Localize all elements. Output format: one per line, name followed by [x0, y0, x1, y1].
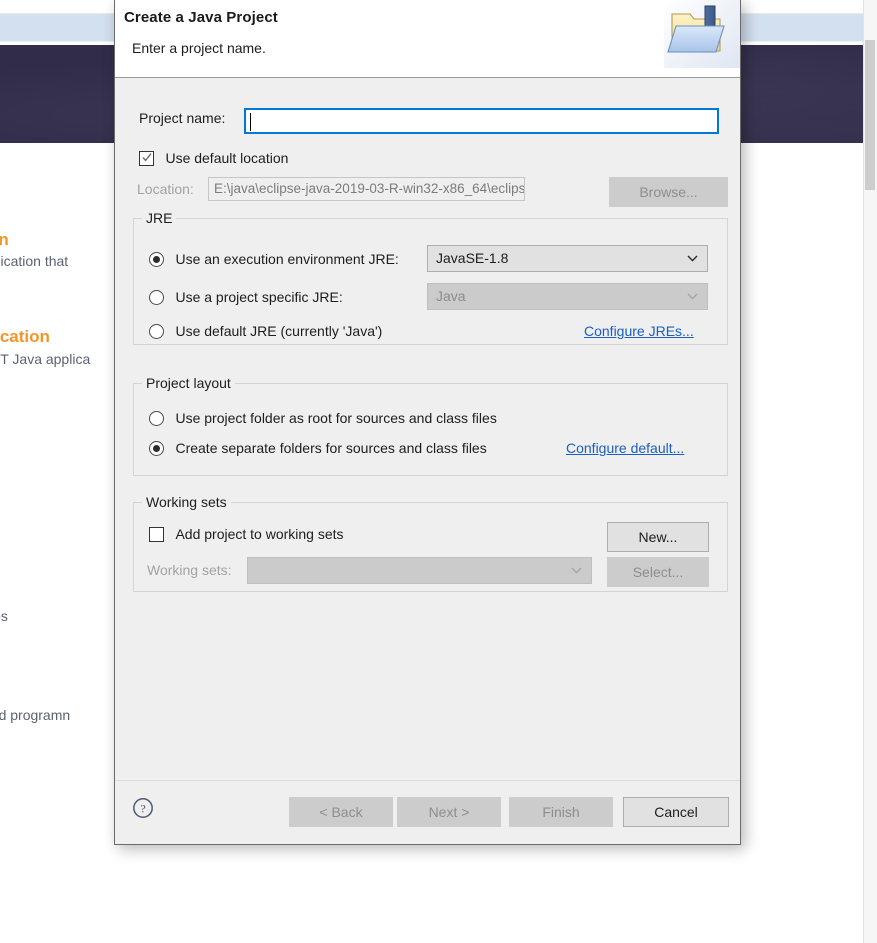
layout-root-radio[interactable]: [149, 411, 164, 426]
project-layout-group: Project layout Use project folder as roo…: [133, 375, 728, 476]
project-name-label: Project name:: [139, 110, 226, 126]
dialog-title: Create a Java Project: [124, 9, 278, 26]
jre-group-title: JRE: [142, 210, 177, 226]
add-to-working-sets-label: Add project to working sets: [175, 526, 344, 542]
project-layout-group-title: Project layout: [142, 375, 235, 391]
add-to-working-sets-checkbox-row[interactable]: Add project to working sets: [149, 526, 344, 544]
configure-jres-link[interactable]: Configure JREs...: [584, 323, 694, 339]
layout-separate-radio[interactable]: [149, 441, 164, 456]
project-specific-jre-label: Use a project specific JRE:: [175, 289, 343, 305]
create-java-project-dialog: Create a Java Project Enter a project na…: [114, 0, 741, 845]
working-sets-combo: [247, 557, 592, 584]
execution-environment-jre-radio-row[interactable]: Use an execution environment JRE:: [149, 251, 399, 269]
svg-text:?: ?: [140, 802, 145, 816]
java-project-folder-icon: [664, 0, 740, 68]
location-label: Location:: [137, 181, 194, 197]
layout-root-label: Use project folder as root for sources a…: [175, 410, 497, 426]
checkmark-icon: [142, 153, 152, 162]
layout-separate-label: Create separate folders for sources and …: [175, 440, 487, 456]
chevron-down-icon: [687, 255, 698, 262]
use-default-location-label: Use default location: [165, 150, 289, 166]
working-sets-group: Working sets Add project to working sets…: [133, 494, 728, 592]
working-sets-group-title: Working sets: [142, 494, 231, 510]
browse-button: Browse...: [609, 177, 728, 207]
project-specific-jre-value: Java: [436, 288, 466, 304]
background-paragraph: used programn: [0, 707, 71, 723]
default-jre-radio[interactable]: [149, 324, 164, 339]
use-default-location-checkbox-row[interactable]: Use default location: [139, 150, 288, 168]
location-input: E:\java\eclipse-java-2019-03-R-win32-x86…: [208, 177, 525, 201]
chevron-down-icon: [687, 293, 698, 300]
dialog-subtitle: Enter a project name.: [132, 40, 266, 56]
jre-group: JRE Use an execution environment JRE: Ja…: [133, 210, 728, 345]
background-paragraph: ies: [0, 608, 8, 624]
cancel-button[interactable]: Cancel: [623, 797, 729, 827]
background-paragraph: WT Java applica: [0, 351, 91, 367]
select-working-set-button: Select...: [607, 557, 709, 587]
background-paragraph: application that: [0, 253, 69, 269]
execution-environment-jre-value: JavaSE-1.8: [436, 250, 509, 266]
new-working-set-button[interactable]: New...: [607, 522, 709, 552]
add-to-working-sets-checkbox[interactable]: [149, 527, 164, 542]
chevron-down-icon: [571, 567, 582, 574]
dialog-header: Create a Java Project Enter a project na…: [115, 0, 740, 78]
help-question-icon[interactable]: ?: [132, 797, 154, 819]
layout-separate-radio-row[interactable]: Create separate folders for sources and …: [149, 440, 487, 458]
background-scrollbar-thumb[interactable]: [865, 40, 875, 190]
next-button: Next >: [397, 797, 501, 827]
background-heading: on: [0, 230, 9, 249]
working-sets-label: Working sets:: [147, 562, 232, 578]
finish-button: Finish: [509, 797, 613, 827]
project-specific-jre-radio-row[interactable]: Use a project specific JRE:: [149, 289, 343, 307]
project-specific-jre-combo: Java: [427, 283, 708, 310]
project-name-input[interactable]: [244, 108, 719, 134]
back-button: < Back: [289, 797, 393, 827]
background-text-column: on application that olication WT Java ap…: [0, 150, 120, 750]
project-specific-jre-radio[interactable]: [149, 290, 164, 305]
layout-root-radio-row[interactable]: Use project folder as root for sources a…: [149, 410, 497, 428]
execution-environment-jre-radio[interactable]: [149, 252, 164, 267]
configure-default-link[interactable]: Configure default...: [566, 440, 684, 456]
execution-environment-jre-combo[interactable]: JavaSE-1.8: [427, 245, 708, 272]
execution-environment-jre-label: Use an execution environment JRE:: [175, 251, 399, 267]
dialog-footer: ? < Back Next > Finish Cancel: [115, 780, 740, 843]
location-value: E:\java\eclipse-java-2019-03-R-win32-x86…: [214, 181, 525, 196]
default-jre-radio-row[interactable]: Use default JRE (currently 'Java'): [149, 323, 382, 341]
dialog-body: Project name: Use default location Locat…: [115, 78, 740, 780]
text-caret: [250, 113, 251, 131]
default-jre-label: Use default JRE (currently 'Java'): [175, 323, 383, 339]
background-scrollbar[interactable]: [863, 0, 877, 943]
use-default-location-checkbox[interactable]: [139, 151, 154, 166]
background-heading: olication: [0, 327, 50, 346]
